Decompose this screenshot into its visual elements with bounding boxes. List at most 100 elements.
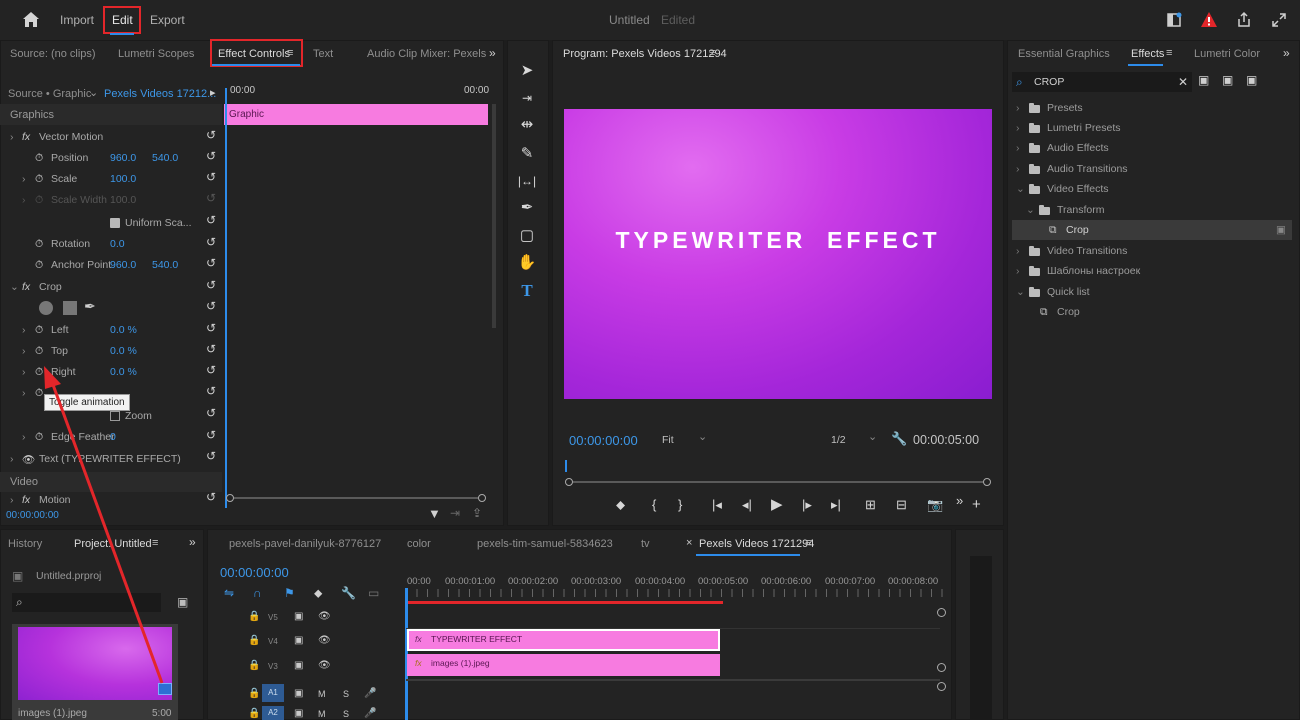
lock-icon[interactable]: 🔒 <box>248 708 260 719</box>
effect-zoom-scrollbar[interactable] <box>226 494 486 502</box>
stopwatch-icon[interactable]: ⏱ <box>35 238 43 251</box>
uniform-scale-row[interactable]: Uniform Sca... <box>0 213 220 234</box>
reset-icon[interactable]: ↺ <box>206 363 216 377</box>
track-a1-header[interactable]: 🔒 A1 ▣ M S 🎤 <box>210 682 405 706</box>
yuv-effects-icon[interactable]: ▣ <box>1246 73 1257 87</box>
tab-source[interactable]: Source: (no clips) <box>10 48 96 60</box>
tab-sequence-color[interactable]: color <box>407 538 431 550</box>
step-forward-icon[interactable]: |▸ <box>802 497 812 513</box>
tree-item-crop-selected[interactable]: ⧉ Crop ▣ <box>1012 220 1292 240</box>
timeline-vscroll-handle[interactable] <box>937 663 946 672</box>
tab-sequence-pavel[interactable]: pexels-pavel-danilyuk-8776127 <box>229 538 381 550</box>
ripple-edit-tool-icon[interactable]: ⇹ <box>516 114 538 136</box>
settings-wrench-icon[interactable]: 🔧 <box>891 431 907 447</box>
tab-project[interactable]: Project: Untitled <box>74 538 152 550</box>
stopwatch-icon[interactable]: ⏱ <box>35 324 43 337</box>
stopwatch-icon[interactable]: ⏱ <box>35 345 43 358</box>
tree-item-audio-transitions[interactable]: › Audio Transitions <box>1012 159 1292 179</box>
pen-mask-icon[interactable]: ✒ <box>84 298 96 315</box>
linked-selection-icon[interactable]: ⚑ <box>284 586 295 600</box>
text-layer-row[interactable]: › 👁 Text (TYPEWRITER EFFECT) <box>0 449 220 470</box>
tab-text[interactable]: Text <box>313 48 333 60</box>
crop-effect-row[interactable]: ⌄ fx Crop <box>0 277 220 298</box>
selection-tool-icon[interactable]: ➤ <box>516 60 538 82</box>
track-v5-header[interactable]: 🔒 V5 ▣ 👁 <box>210 605 405 629</box>
anchor-y-value[interactable]: 540.0 <box>152 259 178 271</box>
play-only-icon[interactable]: ▸ <box>210 86 216 99</box>
tab-sequence-tim[interactable]: pexels-tim-samuel-5834623 <box>477 538 613 550</box>
extract-icon[interactable]: ⊟ <box>896 497 907 513</box>
voiceover-mic-icon[interactable]: 🎤 <box>364 688 376 699</box>
project-search-input[interactable]: ⌕ <box>12 593 161 612</box>
sync-lock-icon[interactable]: ▣ <box>294 611 303 622</box>
timeline-vscroll-handle[interactable] <box>937 682 946 691</box>
effects-overflow-icon[interactable]: » <box>1283 46 1290 60</box>
mark-in-icon[interactable]: { <box>652 497 656 512</box>
track-a2-header[interactable]: 🔒 A2 ▣ M S 🎤 <box>210 706 405 720</box>
stopwatch-icon[interactable]: ⏱ <box>35 387 43 400</box>
reset-icon[interactable]: ↺ <box>206 449 216 463</box>
add-marker-icon[interactable]: ⬥ <box>616 497 625 513</box>
eye-icon[interactable]: 👁 <box>318 635 331 646</box>
rectangle-mask-icon[interactable] <box>63 301 77 315</box>
anchor-point-row[interactable]: ⏱ Anchor Point 960.0 540.0 <box>0 255 220 276</box>
button-editor-plus-icon[interactable]: + <box>972 496 981 513</box>
type-tool-icon[interactable]: T <box>516 280 538 302</box>
track-select-tool-icon[interactable]: ⇥ <box>516 87 538 109</box>
go-to-out-icon[interactable]: ▸| <box>831 497 841 513</box>
reset-icon[interactable]: ↺ <box>206 342 216 356</box>
export-frame-camera-icon[interactable]: 📷 <box>927 497 943 513</box>
voiceover-mic-icon[interactable]: 🎤 <box>364 708 376 719</box>
tree-item-quick-list[interactable]: ⌄ Quick list <box>1012 282 1292 302</box>
reset-icon[interactable]: ↺ <box>206 321 216 335</box>
effects-search-input[interactable]: ⌕ CROP ✕ <box>1012 72 1192 92</box>
mark-out-icon[interactable]: } <box>678 497 682 512</box>
crop-left-row[interactable]: › ⏱ Left 0.0 % <box>0 320 220 341</box>
track-v3-header[interactable]: 🔒 V3 ▣ 👁 <box>210 654 405 678</box>
lift-icon[interactable]: ⊞ <box>865 497 876 513</box>
resolution-dropdown[interactable]: 1/2 <box>831 434 846 446</box>
tab-audio-clip-mixer[interactable]: Audio Clip Mixer: Pexels <box>367 48 486 60</box>
accelerated-effects-icon[interactable]: ▣ <box>1198 73 1209 87</box>
program-scrubber[interactable] <box>565 460 991 486</box>
scale-row[interactable]: › ⏱ Scale 100.0 <box>0 169 220 190</box>
tree-item-video-effects[interactable]: ⌄ Video Effects <box>1012 179 1292 199</box>
effect-playhead[interactable] <box>225 88 227 508</box>
zoom-checkbox[interactable] <box>110 411 120 421</box>
crop-top-row[interactable]: › ⏱ Top 0.0 % <box>0 341 220 362</box>
timeline-menu-icon[interactable]: ≡ <box>805 537 811 549</box>
lock-icon[interactable]: 🔒 <box>248 611 260 622</box>
slip-tool-icon[interactable]: |↔| <box>516 170 538 192</box>
motion-row[interactable]: › fx Motion <box>0 492 220 506</box>
effect-scrollbar[interactable] <box>492 104 496 328</box>
nest-icon[interactable]: ⇋ <box>224 586 234 600</box>
crop-left-value[interactable]: 0.0 % <box>110 324 137 336</box>
track-v4-header[interactable]: 🔒 V4 ▣ 👁 <box>210 629 405 653</box>
tree-item-video-transitions[interactable]: › Video Transitions <box>1012 241 1292 261</box>
step-back-icon[interactable]: ◂| <box>742 497 752 513</box>
nav-export[interactable]: Export <box>150 13 185 27</box>
sync-lock-icon[interactable]: ▣ <box>294 708 303 719</box>
reset-icon[interactable]: ↺ <box>206 406 216 420</box>
new-bin-icon[interactable]: ▣ <box>177 595 188 609</box>
sync-lock-icon[interactable]: ▣ <box>294 635 303 646</box>
anchor-x-value[interactable]: 960.0 <box>110 259 136 271</box>
scale-value[interactable]: 100.0 <box>110 173 136 185</box>
close-tab-icon[interactable]: × <box>686 537 692 549</box>
filter-icon[interactable]: ▼ <box>428 506 441 521</box>
clear-search-icon[interactable]: ✕ <box>1178 75 1188 89</box>
panel-overflow-icon[interactable]: » <box>489 46 496 60</box>
reset-icon[interactable]: ↺ <box>206 256 216 270</box>
clip-dropdown-icon[interactable]: ⌄ <box>89 86 98 99</box>
tab-sequence-tv[interactable]: tv <box>641 538 650 550</box>
sync-lock-icon[interactable]: ▣ <box>294 660 303 671</box>
crop-right-row[interactable]: › ⏱ Right 0.0 % <box>0 362 220 383</box>
reset-icon[interactable]: ↺ <box>206 128 216 142</box>
tree-item-quick-crop[interactable]: ⧉ Crop <box>1012 302 1292 322</box>
reset-icon[interactable]: ↺ <box>206 170 216 184</box>
effects-menu-icon[interactable]: ≡ <box>1166 47 1172 59</box>
tree-item-presets-ru[interactable]: › Шаблоны настроек <box>1012 261 1292 281</box>
mute-icon[interactable]: M <box>318 689 326 699</box>
share-icon[interactable] <box>1236 11 1252 28</box>
warning-icon[interactable] <box>1200 11 1218 28</box>
